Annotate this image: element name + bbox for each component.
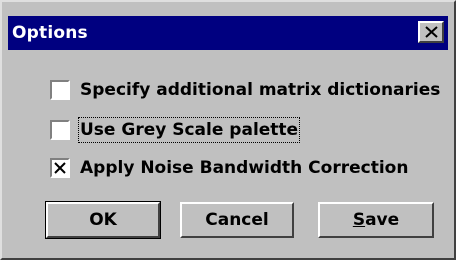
matrix-dictionaries-label: Specify additional matrix dictionaries <box>80 80 441 100</box>
cancel-button[interactable]: Cancel <box>180 202 294 238</box>
matrix-dictionaries-checkbox[interactable] <box>50 80 70 100</box>
option-noise-bandwidth[interactable]: Apply Noise Bandwidth Correction <box>50 156 408 180</box>
cancel-button-label: Cancel <box>205 210 269 230</box>
save-mnemonic: S <box>352 210 366 230</box>
noise-bandwidth-checkbox[interactable] <box>50 158 70 178</box>
grey-scale-checkbox[interactable] <box>50 120 70 140</box>
save-label-rest: ave <box>365 210 400 230</box>
noise-bandwidth-label: Apply Noise Bandwidth Correction <box>80 158 409 178</box>
option-matrix-dictionaries[interactable]: Specify additional matrix dictionaries <box>50 78 440 102</box>
grey-scale-label: Use Grey Scale palette <box>77 117 301 143</box>
options-dialog: Options Specify additional matrix dictio… <box>0 0 456 260</box>
check-mark-icon <box>54 162 66 174</box>
save-button-label: Save <box>353 210 399 230</box>
close-button[interactable] <box>418 21 444 43</box>
option-grey-scale[interactable]: Use Grey Scale palette <box>50 117 301 143</box>
ok-button[interactable]: OK <box>46 202 160 238</box>
save-button[interactable]: Save <box>318 202 434 238</box>
close-icon <box>424 23 438 42</box>
title-bar: Options <box>8 16 448 50</box>
ok-button-label: OK <box>89 210 117 230</box>
dialog-title: Options <box>12 23 88 43</box>
